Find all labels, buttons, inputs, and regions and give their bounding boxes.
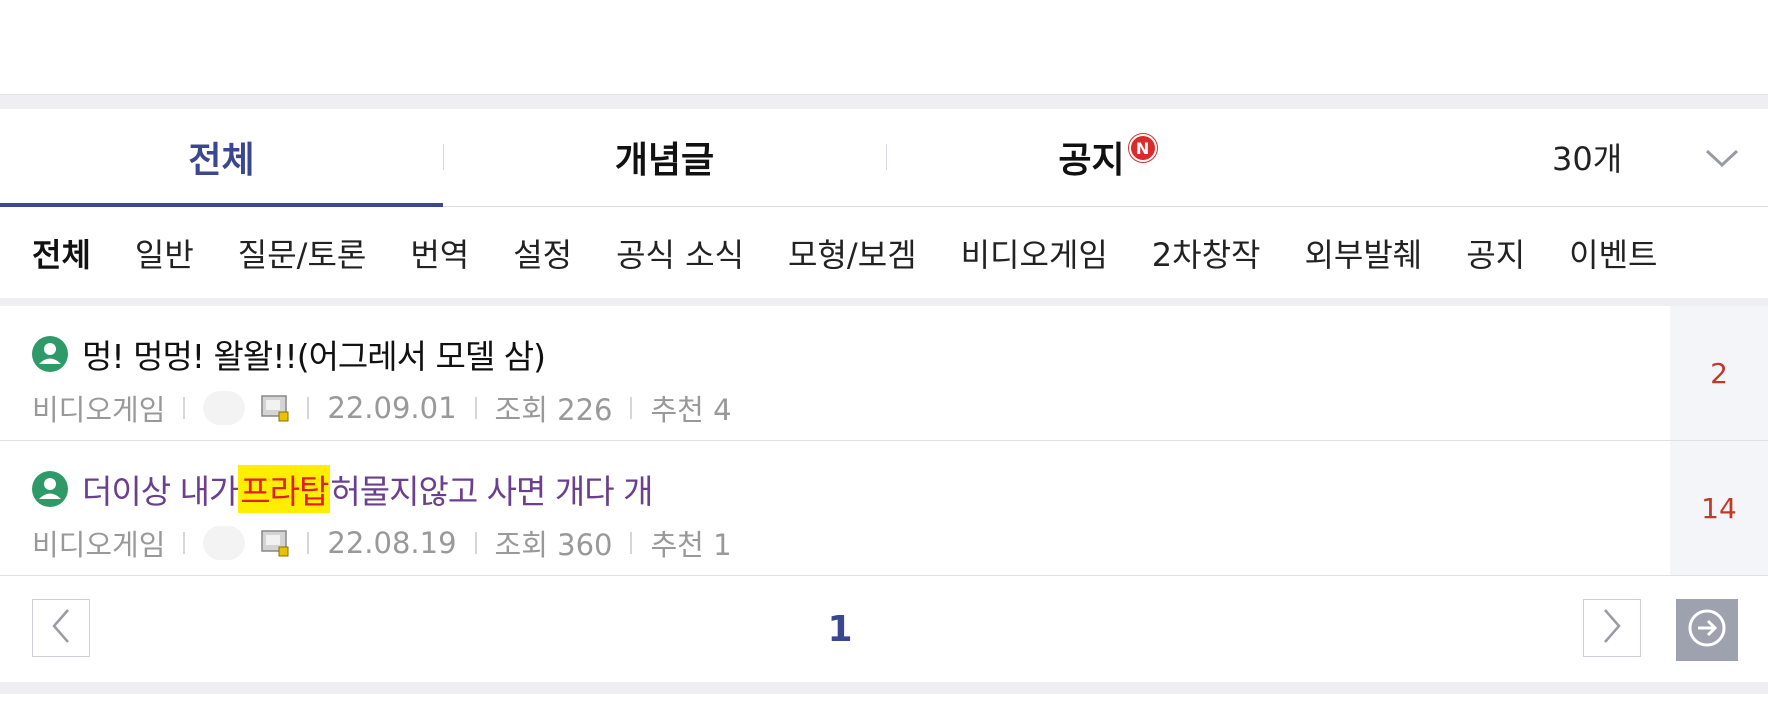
meta-divider — [474, 532, 477, 554]
next-page-button[interactable] — [1583, 599, 1641, 657]
tab-label: 개념글 — [614, 140, 715, 181]
avatar[interactable] — [203, 391, 246, 425]
meta-divider — [307, 397, 310, 419]
image-post-icon — [32, 471, 68, 507]
category-setting[interactable]: 설정 — [513, 230, 572, 276]
post-meta: 비디오게임 22.08.19 조회 360 추천 1 — [32, 521, 732, 565]
go-to-page-button[interactable] — [1676, 599, 1738, 661]
comment-count[interactable]: 2 — [1670, 306, 1768, 440]
avatar[interactable] — [203, 526, 246, 560]
category-external[interactable]: 외부발췌 — [1304, 230, 1422, 276]
post-likes: 추천 4 — [650, 393, 732, 427]
post-count-select[interactable]: 30개 — [1552, 108, 1622, 206]
category-question[interactable]: 질문/토론 — [238, 230, 367, 276]
meta-divider — [183, 397, 186, 419]
tab-label: 전체 — [188, 140, 255, 181]
new-badge: N — [1128, 134, 1157, 162]
section-divider — [0, 682, 1768, 694]
section-divider — [0, 298, 1768, 306]
category-general[interactable]: 일반 — [135, 230, 194, 276]
post-likes: 추천 1 — [650, 528, 732, 562]
section-divider — [0, 94, 1768, 109]
user-level-icon — [261, 394, 289, 422]
tab-all[interactable]: 전체 — [0, 108, 443, 207]
page-number-current[interactable]: 1 — [820, 599, 860, 659]
category-event[interactable]: 이벤트 — [1569, 230, 1657, 276]
post-views: 조회 360 — [494, 528, 613, 562]
tab-best[interactable]: 개념글 — [443, 108, 886, 206]
post-views: 조회 226 — [494, 393, 613, 427]
arrow-right-circle-icon — [1687, 608, 1727, 652]
chevron-left-icon — [50, 608, 72, 648]
chevron-down-icon[interactable] — [1700, 136, 1744, 180]
tab-label: 공지 — [1058, 140, 1125, 181]
post-title[interactable]: 더이상 내가 프라탑 허물지않고 사면 개다 개 — [32, 459, 653, 519]
comment-count[interactable]: 14 — [1670, 441, 1768, 575]
meta-divider — [630, 397, 633, 419]
post-category: 비디오게임 — [32, 393, 166, 427]
list-item[interactable]: 더이상 내가 프라탑 허물지않고 사면 개다 개 비디오게임 22.08.19 … — [0, 441, 1768, 576]
post-category: 비디오게임 — [32, 528, 166, 562]
post-title[interactable]: 멍! 멍멍! 왈왈!!(어그레서 모델 삼) — [32, 324, 546, 384]
meta-divider — [630, 532, 633, 554]
meta-divider — [307, 532, 310, 554]
category-translation[interactable]: 번역 — [410, 230, 469, 276]
post-title-text: 더이상 내가 — [82, 472, 239, 511]
user-level-icon — [261, 529, 289, 557]
category-official-news[interactable]: 공식 소식 — [616, 230, 744, 276]
meta-divider — [474, 397, 477, 419]
post-title-text: 멍! 멍멍! 왈왈!!(어그레서 모델 삼) — [82, 337, 546, 376]
image-post-icon — [32, 336, 68, 372]
post-date: 22.09.01 — [327, 391, 457, 425]
pagination: 1 — [0, 577, 1768, 682]
post-date: 22.08.19 — [327, 526, 457, 560]
category-all[interactable]: 전체 — [32, 230, 91, 276]
post-title-text: 허물지않고 사면 개다 개 — [330, 472, 653, 511]
category-notice[interactable]: 공지 — [1466, 230, 1525, 276]
category-videogame[interactable]: 비디오게임 — [961, 230, 1108, 276]
category-tabs: 전체 일반 질문/토론 번역 설정 공식 소식 모형/보겜 비디오게임 2차창작… — [0, 207, 1768, 298]
highlighted-keyword: 프라탑 — [238, 465, 331, 513]
tab-notice[interactable]: 공지 N — [886, 108, 1329, 206]
list-item[interactable]: 멍! 멍멍! 왈왈!!(어그레서 모델 삼) 비디오게임 22.09.01 조회… — [0, 306, 1768, 441]
top-blank-area — [0, 0, 1768, 94]
board-main-tabs: 전체 개념글 공지 N 30개 — [0, 108, 1768, 207]
meta-divider — [183, 532, 186, 554]
category-model-boardgame[interactable]: 모형/보겜 — [788, 230, 917, 276]
category-fanwork[interactable]: 2차창작 — [1152, 230, 1261, 276]
chevron-right-icon — [1601, 608, 1623, 648]
post-meta: 비디오게임 22.09.01 조회 226 추천 4 — [32, 386, 732, 430]
prev-page-button[interactable] — [32, 599, 90, 657]
